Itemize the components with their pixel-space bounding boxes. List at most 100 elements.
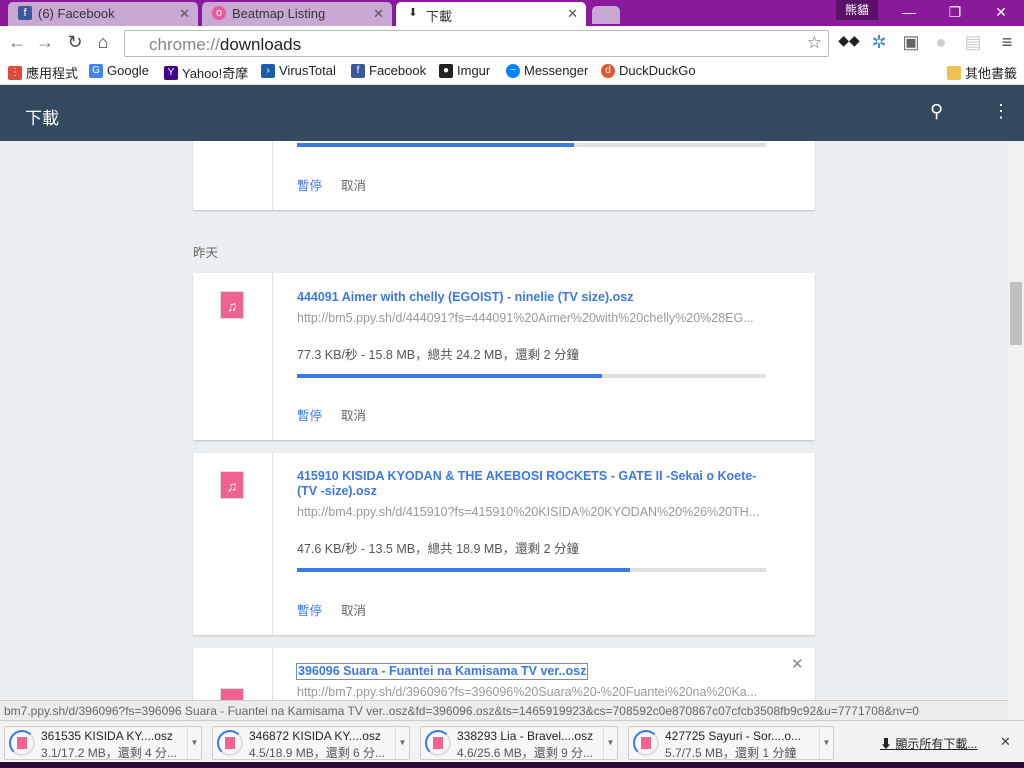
status-bubble: bm7.ppy.sh/d/396096?fs=396096 Suara - Fu…: [0, 700, 1008, 720]
bookmark-label: VirusTotal: [279, 63, 336, 78]
pause-link[interactable]: 暫停: [297, 405, 322, 424]
chevron-down-icon[interactable]: ▼: [603, 727, 617, 759]
extension-icon[interactable]: ✲: [868, 32, 890, 53]
close-tab-icon[interactable]: ✕: [179, 6, 190, 22]
music-file-icon: ♫: [220, 471, 244, 499]
scrollbar[interactable]: [1008, 141, 1024, 720]
bookmark-star-icon[interactable]: ☆: [807, 33, 822, 53]
close-tab-icon[interactable]: ✕: [567, 6, 578, 22]
cancel-link[interactable]: 取消: [341, 405, 366, 424]
extension-icon[interactable]: ▣: [900, 32, 922, 53]
folder-icon: [947, 65, 961, 80]
extension-icon[interactable]: ●: [930, 32, 952, 53]
close-shelf-icon[interactable]: ✕: [1000, 734, 1011, 750]
progress-bar: [297, 143, 766, 147]
date-label: 昨天: [193, 246, 219, 260]
bookmark-duckduckgo[interactable]: d DuckDuckGo: [601, 63, 696, 78]
pause-link[interactable]: 暫停: [297, 175, 322, 194]
shelf-item-name: 338293 Lia - Bravel....osz: [457, 729, 594, 743]
music-file-icon: ♫: [220, 291, 244, 319]
download-shelf: 361535 KISIDA KY....osz 3.1/17.2 MB，還剩 4 …: [0, 720, 1024, 762]
shelf-item-status: 3.1/17.2 MB，還剩 4 分...: [41, 746, 178, 760]
new-tab-button[interactable]: [592, 6, 620, 24]
tab-beatmap-listing[interactable]: o Beatmap Listing ✕: [202, 2, 392, 26]
download-card: ♫ 415910 KISIDA KYODAN & THE AKEBOSI ROC…: [193, 453, 815, 635]
download-status: 47.6 KB/秒 - 13.5 MB，總共 18.9 MB，還剩 2 分鐘: [297, 542, 580, 556]
minimize-button[interactable]: —: [886, 0, 932, 26]
download-icon: ⬇: [880, 737, 896, 751]
shelf-item[interactable]: 427725 Sayuri - Sor....o... 5.7/7.5 MB，還剩…: [628, 726, 834, 760]
shelf-item[interactable]: 346872 KISIDA KY....osz 4.5/18.9 MB，還剩 6 …: [212, 726, 410, 760]
shelf-item-name: 427725 Sayuri - Sor....o...: [665, 729, 802, 743]
show-all-downloads-link[interactable]: ⬇ 顯示所有下載...: [880, 735, 977, 752]
virustotal-icon: ›: [261, 63, 275, 78]
yahoo-icon: Y: [164, 65, 178, 80]
profile-button[interactable]: 熊貓: [836, 0, 878, 20]
menu-icon[interactable]: ≡: [996, 32, 1018, 53]
close-tab-icon[interactable]: ✕: [373, 6, 384, 22]
bookmark-label: 其他書籤: [965, 66, 1018, 81]
bookmark-virustotal[interactable]: › VirusTotal: [261, 63, 336, 78]
file-name-link[interactable]: 444091 Aimer with chelly (EGOIST) - nine…: [297, 290, 767, 305]
chevron-down-icon[interactable]: ▼: [819, 727, 833, 759]
source-url[interactable]: http://bm4.ppy.sh/d/415910?fs=415910%20K…: [297, 505, 759, 519]
file-name-link[interactable]: 415910 KISIDA KYODAN & THE AKEBOSI ROCKE…: [297, 469, 767, 499]
more-options-icon[interactable]: ⋮: [992, 101, 1010, 122]
other-bookmarks[interactable]: 其他書籤: [947, 63, 1017, 82]
cancel-link[interactable]: 取消: [341, 600, 366, 619]
shelf-item-status: 4.6/25.6 MB，還剩 9 分...: [457, 746, 594, 760]
tab-facebook[interactable]: f (6) Facebook ✕: [8, 2, 198, 26]
bookmark-imgur[interactable]: ● Imgur: [439, 63, 490, 78]
bookmark-yahoo[interactable]: Y Yahoo!奇摩: [164, 63, 248, 82]
close-window-button[interactable]: ✕: [978, 0, 1024, 26]
show-all-label: 顯示所有下載...: [895, 737, 978, 751]
bookmark-label: Imgur: [457, 63, 491, 78]
source-url[interactable]: http://bm7.ppy.sh/d/396096?fs=396096%20S…: [297, 685, 757, 699]
progress-bar: [297, 374, 766, 378]
progress-ring-icon: [633, 730, 659, 756]
shelf-item[interactable]: 338293 Lia - Bravel....osz 4.6/25.6 MB，還剩…: [420, 726, 618, 760]
bookmark-label: DuckDuckGo: [619, 63, 696, 78]
bookmark-label: Messenger: [524, 63, 589, 78]
shelf-item-status: 4.5/18.9 MB，還剩 6 分...: [249, 746, 386, 760]
back-button[interactable]: ←: [6, 32, 28, 53]
bookmark-google[interactable]: G Google: [89, 63, 149, 78]
download-card: ♫ 444091 Aimer with chelly (EGOIST) - ni…: [193, 273, 815, 440]
extension-icon[interactable]: ◆◆: [838, 32, 860, 49]
forward-button[interactable]: →: [34, 32, 56, 53]
shelf-item[interactable]: 361535 KISIDA KY....osz 3.1/17.2 MB，還剩 4 …: [4, 726, 202, 760]
google-icon: G: [89, 63, 103, 78]
bookmark-apps[interactable]: ⋮ 應用程式: [8, 63, 78, 82]
progress-ring-icon: [425, 730, 451, 756]
source-url[interactable]: http://bm5.ppy.sh/d/444091?fs=444091%20A…: [297, 311, 754, 325]
bookmarks-bar: ⋮ 應用程式 G Google Y Yahoo!奇摩 › VirusTotal f Fac…: [0, 60, 1024, 85]
messenger-icon: ~: [506, 63, 520, 78]
page-title: 下載: [25, 109, 59, 128]
download-card: 暫停 取消: [193, 141, 815, 210]
chevron-down-icon[interactable]: ▼: [395, 727, 409, 759]
bookmark-messenger[interactable]: ~ Messenger: [506, 63, 588, 78]
progress-ring-icon: [217, 730, 243, 756]
tab-downloads[interactable]: ⬇ 下載 ✕: [396, 2, 586, 26]
scrollbar-thumb[interactable]: [1010, 282, 1022, 345]
pause-link[interactable]: 暫停: [297, 600, 322, 619]
extension-icon[interactable]: ▤: [962, 32, 984, 53]
address-bar[interactable]: chrome://downloads ☆: [124, 30, 829, 57]
tab-strip: f (6) Facebook ✕ o Beatmap Listing ✕ ⬇ 下載 ✕ 熊貓…: [0, 0, 1024, 26]
tab-label: Beatmap Listing: [232, 6, 326, 21]
progress-bar: [297, 568, 766, 572]
music-file-icon: ♫: [220, 688, 244, 700]
bookmark-facebook[interactable]: f Facebook: [351, 63, 426, 78]
cancel-link[interactable]: 取消: [341, 175, 366, 194]
bookmark-label: 應用程式: [26, 66, 79, 81]
url-scheme: chrome://: [149, 35, 220, 54]
chevron-down-icon[interactable]: ▼: [187, 727, 201, 759]
remove-icon[interactable]: ✕: [791, 655, 804, 673]
home-button[interactable]: ⌂: [92, 32, 114, 53]
reload-button[interactable]: ↻: [64, 32, 86, 53]
file-name-link[interactable]: 396096 Suara - Fuantei na Kamisama TV ve…: [295, 663, 589, 680]
facebook-icon: f: [18, 6, 32, 20]
maximize-button[interactable]: ❐: [932, 0, 978, 26]
search-icon[interactable]: ⚲: [930, 101, 943, 122]
shelf-item-name: 361535 KISIDA KY....osz: [41, 729, 173, 743]
